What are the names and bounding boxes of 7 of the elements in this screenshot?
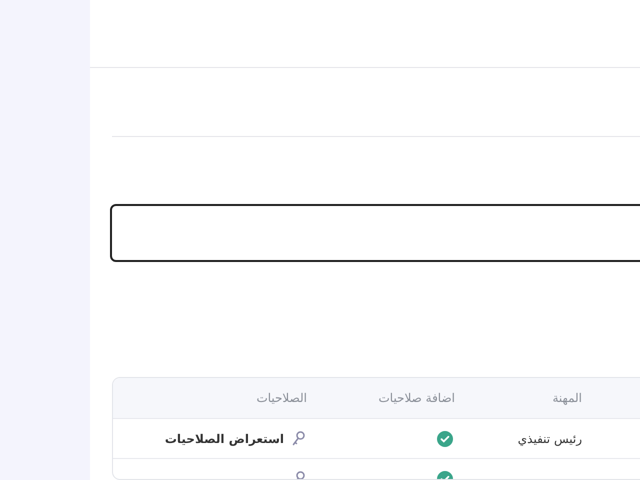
column-header: اضافة صلاحيات	[378, 390, 455, 408]
view-permissions-link[interactable]: استعراض الصلاحيات	[164, 430, 284, 448]
input-field[interactable]	[110, 204, 640, 262]
key-icon	[292, 431, 305, 446]
column-header: المهنة	[552, 390, 582, 408]
column-header: الصلاحيات	[256, 390, 307, 408]
table-cell-text: رئيس تنفيذي	[518, 430, 582, 448]
